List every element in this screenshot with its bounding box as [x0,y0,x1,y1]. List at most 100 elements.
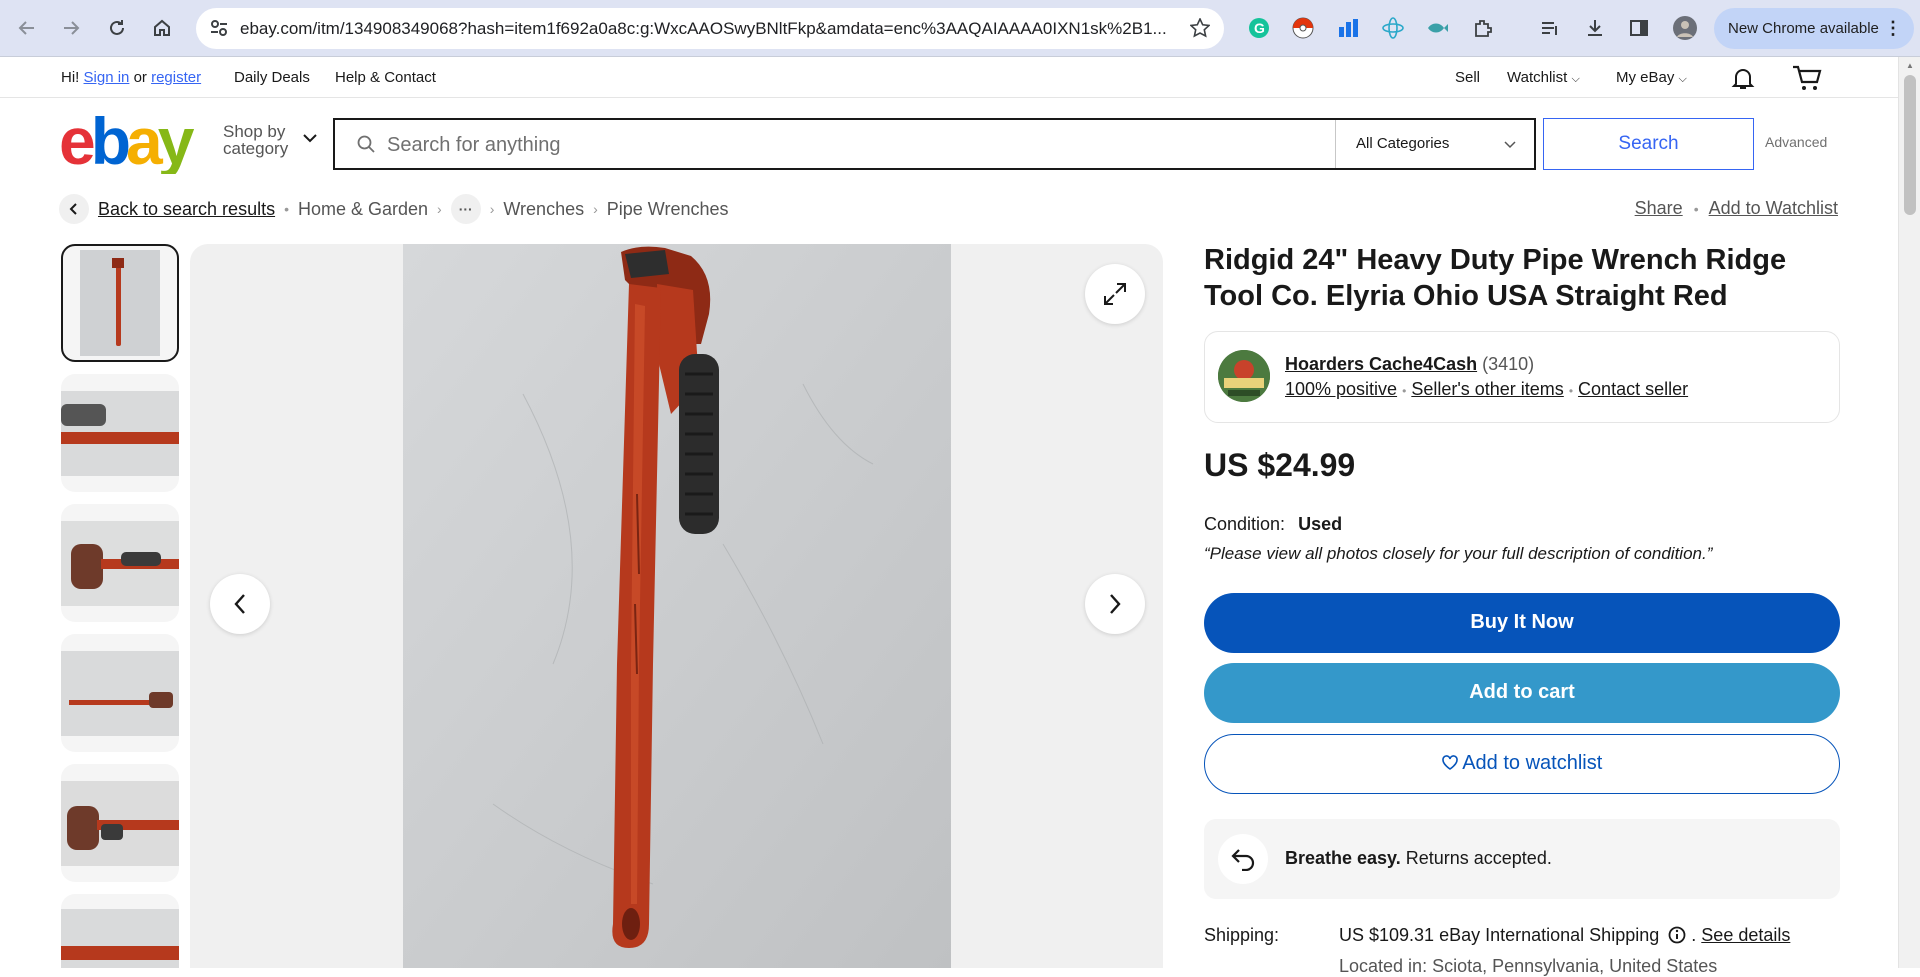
home-icon[interactable] [147,13,177,43]
back-arrow-icon[interactable] [12,13,42,43]
condition-label: Condition: [1204,514,1286,534]
download-icon[interactable] [1582,15,1608,41]
breadcrumb-pipe-wrenches[interactable]: Pipe Wrenches [607,199,729,220]
chevron-down-icon [302,129,318,146]
expand-fullscreen-icon[interactable] [1085,264,1145,324]
help-contact-link[interactable]: Help & Contact [335,69,436,86]
chevron-right-icon: › [489,201,495,217]
contact-seller-link[interactable]: Contact seller [1578,379,1688,399]
thumbnail-2[interactable] [61,374,179,492]
search-icon [357,135,375,158]
item-location: Located in: Sciota, Pennsylvania, United… [1339,956,1718,976]
seller-other-items-link[interactable]: Seller's other items [1411,379,1564,399]
address-bar[interactable]: ebay.com/itm/134908349068?hash=item1f692… [196,8,1224,49]
shop-by-label: Shop by [223,122,286,141]
thumbnail-6[interactable] [61,894,179,968]
watchlist-label: Watchlist [1507,69,1568,86]
site-info-icon[interactable] [210,19,228,42]
thumbnail-4[interactable] [61,634,179,752]
returns-bold-text: Breathe easy. [1285,848,1401,868]
shipping-label: Shipping: [1204,925,1280,945]
advanced-search-link[interactable]: Advanced [1765,134,1827,150]
thumbnail-3[interactable] [61,504,179,622]
heart-icon [1441,752,1462,774]
forward-arrow-icon[interactable] [56,13,86,43]
thumbnail-5[interactable] [61,764,179,882]
product-photo[interactable] [403,244,951,968]
chevron-down-icon: ⌵ [1571,73,1580,85]
add-to-watchlist-button[interactable]: Add to watchlist [1204,734,1840,794]
previous-image-button[interactable] [210,574,270,634]
shop-by-category-button[interactable]: Shop by category [223,122,317,157]
ebay-logo[interactable]: ebay [59,104,207,178]
dot-separator: • [284,201,289,217]
seller-feedback-count: (3410) [1482,354,1535,374]
seller-avatar[interactable] [1218,350,1270,402]
category-select-value: All Categories [1356,135,1450,152]
my-ebay-menu[interactable]: My eBay ⌵ [1616,69,1687,86]
returns-text: Returns accepted. [1405,848,1552,868]
dot-separator: • [1402,384,1407,398]
item-condition: Condition: Used [1204,514,1342,535]
reading-list-icon[interactable] [1537,15,1563,41]
register-link[interactable]: register [151,69,201,86]
share-link[interactable]: Share [1635,198,1683,218]
seller-card: Hoarders Cache4Cash (3410) 100% positive… [1204,331,1840,423]
next-image-button[interactable] [1085,574,1145,634]
item-title: Ridgid 24" Heavy Duty Pipe Wrench Ridge … [1204,244,1787,312]
svg-text:G: G [1254,20,1265,36]
back-chevron-icon[interactable] [59,194,89,224]
kebab-menu-icon[interactable]: ⋮ [1884,18,1902,39]
sign-in-link[interactable]: Sign in [84,69,130,86]
search-placeholder: Search for anything [387,134,561,156]
shopping-cart-icon[interactable] [1792,64,1822,96]
chevron-right-icon: › [437,201,442,217]
notification-bell-icon[interactable] [1730,65,1756,95]
breadcrumb: Back to search results • Home & Garden ›… [59,194,729,224]
my-ebay-label: My eBay [1616,69,1675,86]
returns-banner: Breathe easy. Returns accepted. [1204,819,1840,899]
seller-positive-link[interactable]: 100% positive [1285,379,1397,399]
add-to-watchlist-link[interactable]: Add to Watchlist [1709,198,1838,218]
buy-it-now-button[interactable]: Buy It Now [1204,593,1840,653]
url-text: ebay.com/itm/134908349068?hash=item1f692… [240,19,1167,38]
greeting: Hi! [61,69,80,86]
side-panel-icon[interactable] [1626,15,1652,41]
extensions-puzzle-icon[interactable] [1470,15,1496,41]
return-arrow-icon [1218,834,1268,884]
add-to-cart-button[interactable]: Add to cart [1204,663,1840,723]
watchlist-menu[interactable]: Watchlist ⌵ [1507,69,1580,86]
pokeball-extension-icon[interactable] [1290,15,1316,41]
chevron-down-icon: ⌵ [1678,73,1687,85]
category-select[interactable]: All Categories [1335,120,1536,168]
atom-extension-icon[interactable] [1380,15,1406,41]
seller-name-link[interactable]: Hoarders Cache4Cash [1285,354,1477,374]
see-details-link[interactable]: See details [1701,925,1790,945]
breadcrumb-wrenches[interactable]: Wrenches [503,199,584,220]
scrollbar-thumb[interactable] [1904,75,1916,215]
search-button[interactable]: Search [1543,118,1754,170]
chevron-down-icon [1504,136,1516,153]
update-label: New Chrome available [1728,20,1879,37]
breadcrumb-home-garden[interactable]: Home & Garden [298,199,428,220]
chrome-update-button[interactable]: New Chrome available ⋮ [1714,8,1914,49]
thumbnail-1[interactable] [61,244,179,362]
grammarly-icon[interactable]: G [1246,15,1272,41]
browser-toolbar: ebay.com/itm/134908349068?hash=item1f692… [0,0,1920,57]
share-watchlist-bar: Share • Add to Watchlist [1635,198,1838,219]
daily-deals-link[interactable]: Daily Deals [234,69,310,86]
profile-avatar[interactable] [1672,15,1698,41]
chart-extension-icon[interactable] [1335,15,1361,41]
page-scrollbar[interactable]: ▲ [1898,57,1920,968]
scroll-up-icon[interactable]: ▲ [1906,61,1914,70]
info-icon[interactable] [1664,925,1691,945]
bookmark-star-icon[interactable] [1189,17,1211,43]
more-ellipsis-icon[interactable]: ··· [450,194,481,224]
fish-extension-icon[interactable] [1424,15,1450,41]
sell-link[interactable]: Sell [1455,69,1480,86]
reload-icon[interactable] [102,13,132,43]
back-to-search-link[interactable]: Back to search results [98,199,275,220]
chevron-right-icon: › [593,201,598,217]
search-input[interactable]: Search for anything All Categories [333,118,1536,170]
or-text: or [133,69,147,86]
